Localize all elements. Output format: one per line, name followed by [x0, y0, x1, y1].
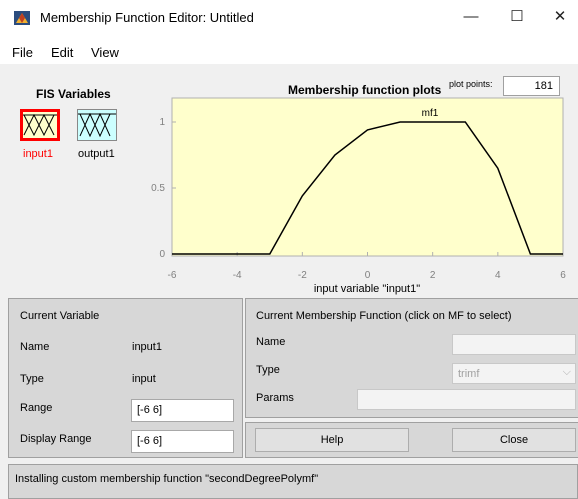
- y-tick-label: 1: [159, 117, 165, 128]
- range-input[interactable]: [-6 6]: [131, 399, 234, 422]
- mf-params-input[interactable]: [357, 389, 576, 410]
- type-label: Type: [20, 373, 44, 385]
- y-tick-label: 0.5: [151, 183, 165, 194]
- mf-type-select[interactable]: trimf ⌵: [452, 363, 576, 384]
- y-tick-label: 0: [159, 249, 165, 260]
- display-range-input[interactable]: [-6 6]: [131, 430, 234, 453]
- current-mf-heading: Current Membership Function (click on MF…: [256, 310, 512, 322]
- x-tick-label: 4: [495, 270, 501, 281]
- chevron-down-icon: ⌵: [562, 366, 571, 378]
- name-label: Name: [20, 341, 50, 353]
- plot-area: [171, 97, 564, 257]
- x-tick-label: -6: [168, 270, 177, 281]
- status-text: Installing custom membership function "s…: [15, 473, 319, 485]
- mf-name-label: Name: [256, 336, 286, 348]
- type-value: input: [132, 373, 156, 385]
- x-tick-label: -4: [233, 270, 242, 281]
- x-tick-label: 2: [430, 270, 436, 281]
- mf1-label: mf1: [422, 108, 439, 119]
- current-variable-heading: Current Variable: [20, 310, 100, 322]
- range-label: Range: [20, 402, 53, 414]
- mf-name-input[interactable]: [452, 334, 576, 355]
- name-value: input1: [132, 341, 162, 353]
- mf-params-label: Params: [256, 392, 294, 404]
- status-bar: Installing custom membership function "s…: [8, 464, 578, 499]
- x-tick-label: 0: [365, 270, 371, 281]
- mf-type-label: Type: [256, 364, 280, 376]
- x-tick-label: -2: [298, 270, 307, 281]
- mf-type-value: trimf: [458, 368, 480, 380]
- x-tick-label: 6: [560, 270, 566, 281]
- x-axis-label: input variable "input1": [314, 283, 420, 295]
- mf-plot[interactable]: -6 -4 -2 0 2 4 6 0 0.5 1 mf1 input variable "inpu…: [0, 0, 578, 300]
- display-range-label: Display Range: [20, 433, 92, 445]
- help-button[interactable]: Help: [255, 428, 409, 452]
- close-button[interactable]: Close: [452, 428, 576, 452]
